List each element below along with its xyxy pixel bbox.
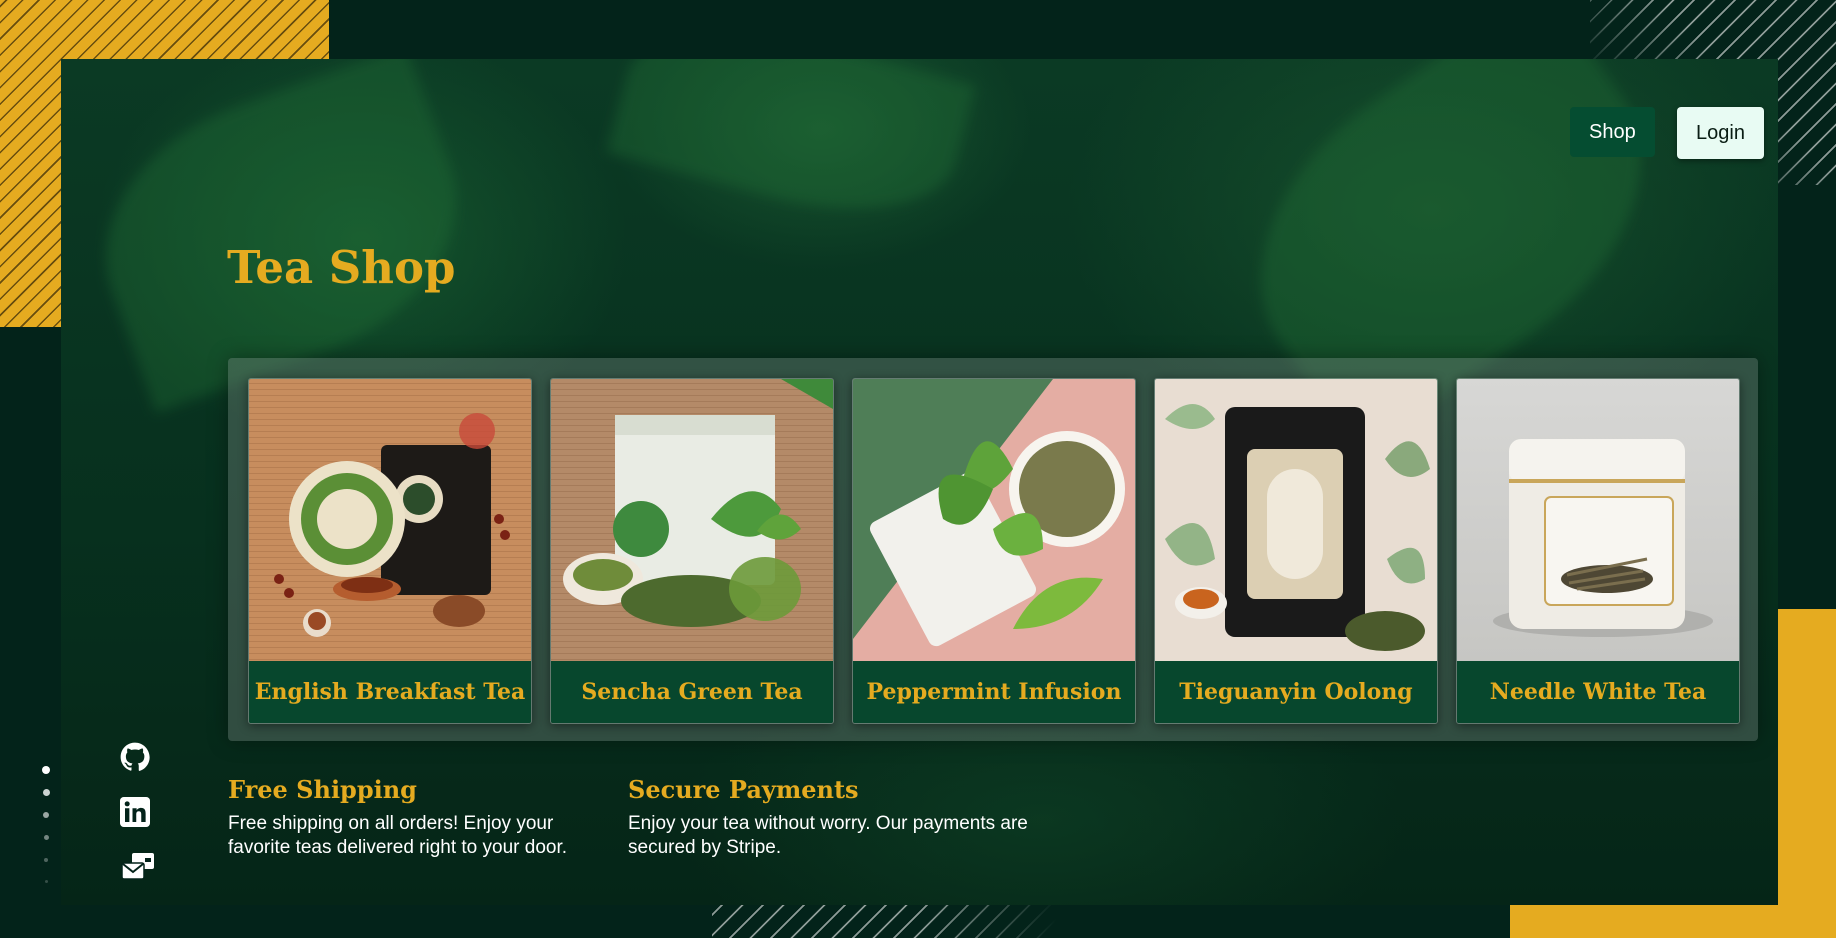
product-image: [249, 379, 531, 661]
indicator-dot[interactable]: [42, 789, 50, 796]
login-button[interactable]: Login: [1677, 107, 1764, 159]
decor-corner-bottom-right-base: [1510, 905, 1836, 938]
product-card-needle-white[interactable]: Needle White Tea: [1456, 378, 1740, 724]
product-image: [853, 379, 1135, 661]
indicator-dot[interactable]: [42, 766, 50, 774]
product-name: Peppermint Infusion: [853, 661, 1135, 723]
product-name: Tieguanyin Oolong: [1155, 661, 1437, 723]
feature-free-shipping: Free Shipping Free shipping on all order…: [228, 775, 598, 860]
indicator-dot[interactable]: [43, 835, 49, 840]
feature-title: Free Shipping: [228, 775, 417, 804]
feature-secure-payments: Secure Payments Enjoy your tea without w…: [628, 775, 1028, 860]
decor-corner-bottom-right: [1778, 609, 1836, 938]
feature-text: Enjoy your tea without worry. Our paymen…: [628, 813, 1028, 858]
product-name: Needle White Tea: [1457, 661, 1739, 723]
github-icon[interactable]: [120, 742, 150, 777]
product-image: [551, 379, 833, 661]
indicator-dot[interactable]: [43, 812, 49, 818]
decor-stripes-bottom: [712, 904, 1057, 938]
feature-text: Free shipping on all orders! Enjoy your …: [228, 813, 568, 858]
product-carousel: English Breakfast Tea Sencha Green Tea P…: [228, 358, 1758, 741]
page-title: Tea Shop: [227, 241, 456, 294]
hero-section: Shop Login Tea Shop English Breakfast Te…: [61, 59, 1778, 905]
product-name: Sencha Green Tea: [551, 661, 833, 723]
product-image: [1155, 379, 1437, 661]
product-name: English Breakfast Tea: [249, 661, 531, 723]
product-card-tieguanyin[interactable]: Tieguanyin Oolong: [1154, 378, 1438, 724]
linkedin-icon[interactable]: [120, 797, 150, 832]
contact-icon[interactable]: [120, 851, 156, 888]
indicator-dot[interactable]: [44, 858, 48, 862]
shop-button[interactable]: Shop: [1570, 107, 1655, 157]
indicator-dot[interactable]: [44, 880, 48, 883]
background-leaf: [606, 59, 976, 241]
product-image: [1457, 379, 1739, 661]
product-card-sencha-green[interactable]: Sencha Green Tea: [550, 378, 834, 724]
feature-title: Secure Payments: [628, 775, 859, 804]
product-card-english-breakfast[interactable]: English Breakfast Tea: [248, 378, 532, 724]
product-card-peppermint[interactable]: Peppermint Infusion: [852, 378, 1136, 724]
